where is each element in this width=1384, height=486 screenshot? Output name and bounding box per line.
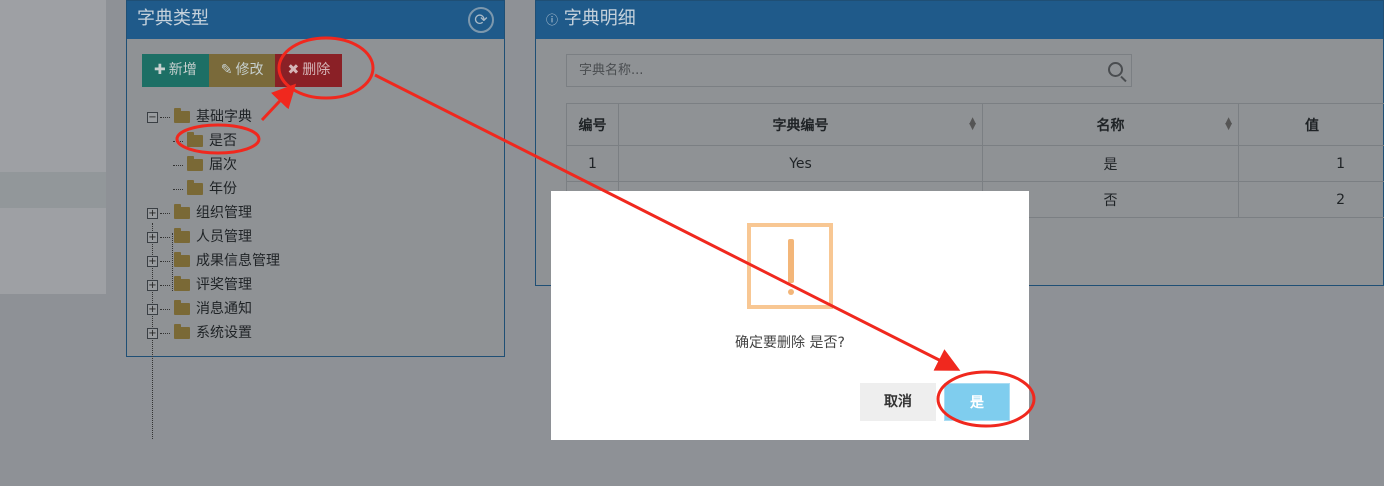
- confirm-dialog: 确定要删除 是否? 取消 是: [551, 191, 1029, 440]
- warning-icon: [747, 223, 833, 309]
- confirm-message: 确定要删除 是否?: [735, 335, 845, 351]
- confirm-button[interactable]: 是: [944, 383, 1010, 421]
- cancel-button[interactable]: 取消: [860, 383, 936, 421]
